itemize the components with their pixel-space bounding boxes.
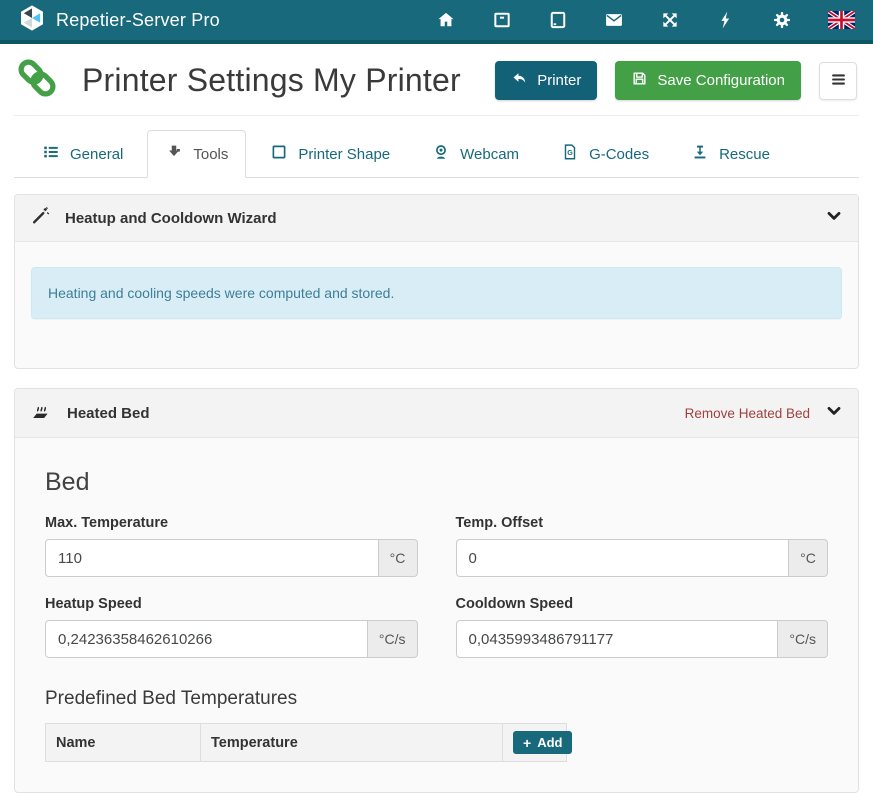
- unit-addon: °C: [788, 539, 828, 577]
- heated-bed-icon: [31, 400, 52, 426]
- tab-gcodes[interactable]: G G-Codes: [543, 130, 667, 178]
- app-logo-icon: [18, 4, 46, 37]
- max-temperature-label: Max. Temperature: [45, 515, 418, 531]
- header-actions: Printer Save Configuration: [495, 61, 857, 100]
- column-header-temperature: Temperature: [201, 724, 503, 762]
- tab-printer-shape[interactable]: Printer Shape: [252, 130, 408, 178]
- settings-tabs: General Tools Printer Shape: [14, 130, 859, 178]
- add-button-label: Add: [537, 735, 562, 750]
- save-button-label: Save Configuration: [657, 72, 785, 89]
- chain-link-icon: [16, 57, 58, 104]
- tab-general[interactable]: General: [24, 130, 141, 178]
- webcam-icon: [432, 143, 450, 165]
- print-queue-icon[interactable]: [492, 10, 512, 30]
- tab-label: Webcam: [460, 146, 519, 163]
- hamburger-menu-button[interactable]: [819, 62, 857, 100]
- tab-label: G-Codes: [589, 146, 649, 163]
- power-icon[interactable]: [716, 10, 736, 30]
- cooldown-speed-label: Cooldown Speed: [456, 596, 829, 612]
- navbar-icons: [436, 10, 855, 30]
- bed-section-title: Bed: [45, 468, 828, 497]
- square-outline-icon: [270, 143, 288, 165]
- predefined-temperatures-table: Name Temperature + Add: [45, 723, 567, 762]
- unit-addon: °C: [378, 539, 418, 577]
- page-title: Printer Settings My Printer: [82, 62, 461, 99]
- svg-text:G: G: [567, 149, 573, 157]
- unit-addon: °C/s: [777, 620, 828, 658]
- back-arrow-icon: [511, 70, 528, 91]
- alert-message: Heating and cooling speeds were computed…: [48, 285, 394, 301]
- unit-addon: °C/s: [367, 620, 418, 658]
- field-heatup-speed: Heatup Speed °C/s: [45, 596, 418, 658]
- magic-wand-icon: [31, 206, 50, 230]
- save-icon: [631, 70, 648, 91]
- messages-icon[interactable]: [604, 10, 624, 30]
- plus-icon: +: [523, 736, 531, 750]
- heated-bed-panel-body: Bed Max. Temperature °C Temp. Offset °C: [15, 438, 858, 792]
- heated-bed-panel-title: Heated Bed: [67, 405, 150, 422]
- field-temp-offset: Temp. Offset °C: [456, 515, 829, 577]
- remove-heated-bed-link[interactable]: Remove Heated Bed: [685, 406, 810, 421]
- brand-name: Repetier-Server Pro: [56, 10, 220, 31]
- tab-label: Printer Shape: [298, 146, 390, 163]
- tab-label: General: [70, 146, 123, 163]
- column-header-name: Name: [46, 724, 201, 762]
- heatup-cooldown-wizard-panel: Heatup and Cooldown Wizard Heating and c…: [14, 194, 859, 369]
- heated-bed-panel: Heated Bed Remove Heated Bed Bed Max. Te…: [14, 388, 859, 793]
- language-flag-uk-icon[interactable]: [828, 11, 855, 29]
- tab-label: Tools: [193, 146, 228, 163]
- page-header: Printer Settings My Printer Printer: [14, 44, 859, 116]
- add-temperature-button[interactable]: + Add: [513, 731, 572, 754]
- app-brand[interactable]: Repetier-Server Pro: [18, 4, 220, 37]
- cooldown-speed-input[interactable]: [456, 620, 778, 658]
- home-icon[interactable]: [436, 10, 456, 30]
- tab-label: Rescue: [719, 146, 770, 163]
- extruder-icon: [165, 143, 183, 165]
- tab-tools[interactable]: Tools: [147, 130, 246, 178]
- temp-offset-input[interactable]: [456, 539, 789, 577]
- hamburger-icon: [829, 70, 848, 92]
- wizard-panel-header[interactable]: Heatup and Cooldown Wizard: [15, 195, 858, 242]
- heatup-speed-input[interactable]: [45, 620, 367, 658]
- printer-button-label: Printer: [537, 72, 581, 89]
- bed-settings-form: Max. Temperature °C Temp. Offset °C Heat…: [45, 515, 828, 658]
- list-icon: [42, 143, 60, 165]
- gcode-file-icon: G: [561, 143, 579, 165]
- wizard-panel-title: Heatup and Cooldown Wizard: [65, 210, 277, 227]
- fullscreen-icon[interactable]: [660, 10, 680, 30]
- heatup-speed-label: Heatup Speed: [45, 596, 418, 612]
- touchscreen-icon[interactable]: [548, 10, 568, 30]
- rescue-icon: [691, 143, 709, 165]
- field-cooldown-speed: Cooldown Speed °C/s: [456, 596, 829, 658]
- heated-bed-panel-header[interactable]: Heated Bed Remove Heated Bed: [15, 389, 858, 438]
- chevron-down-icon[interactable]: [826, 208, 842, 229]
- printer-button[interactable]: Printer: [495, 61, 597, 100]
- tab-rescue[interactable]: Rescue: [673, 130, 788, 178]
- tab-webcam[interactable]: Webcam: [414, 130, 537, 178]
- predefined-bed-temperatures-title: Predefined Bed Temperatures: [45, 688, 828, 710]
- top-navbar: Repetier-Server Pro: [0, 0, 873, 44]
- max-temperature-input[interactable]: [45, 539, 378, 577]
- wizard-panel-body: Heating and cooling speeds were computed…: [15, 242, 858, 368]
- save-configuration-button[interactable]: Save Configuration: [615, 61, 801, 100]
- chevron-down-icon[interactable]: [826, 403, 842, 424]
- settings-gear-icon[interactable]: [772, 10, 792, 30]
- field-max-temperature: Max. Temperature °C: [45, 515, 418, 577]
- temp-offset-label: Temp. Offset: [456, 515, 829, 531]
- table-header-row: Name Temperature + Add: [46, 724, 567, 762]
- info-alert: Heating and cooling speeds were computed…: [31, 267, 842, 319]
